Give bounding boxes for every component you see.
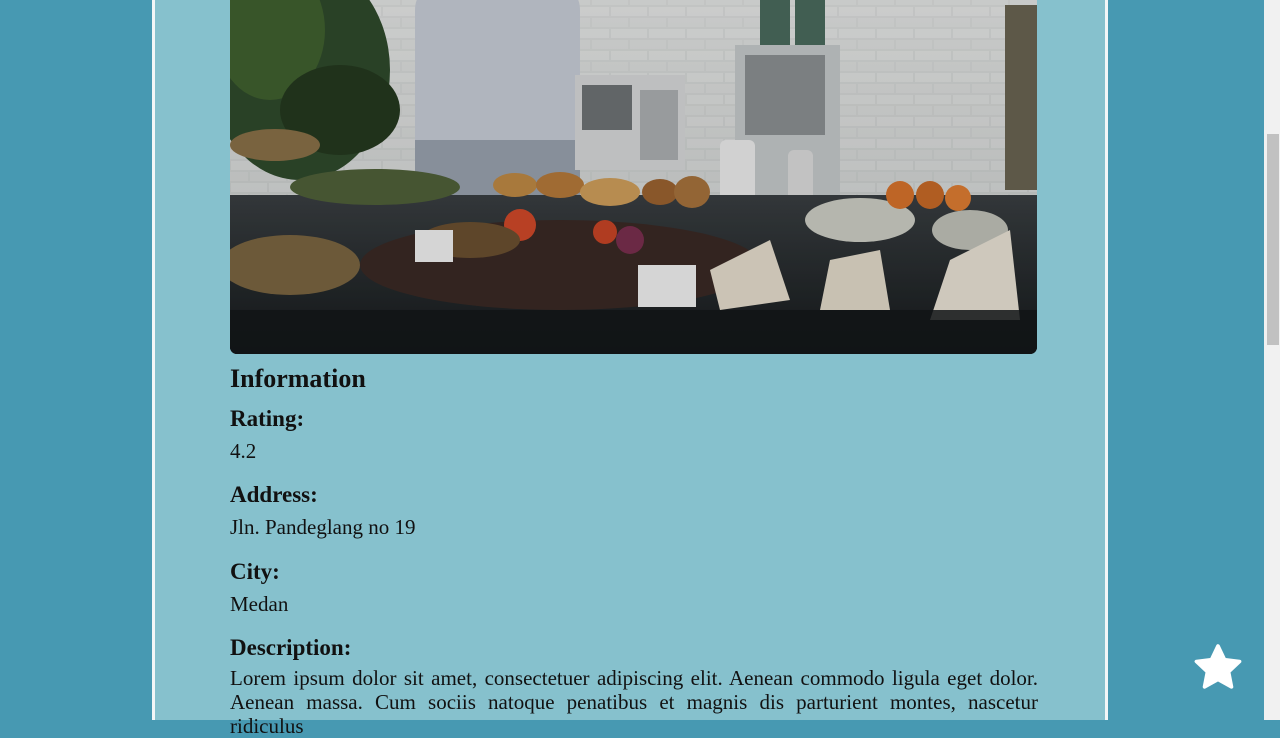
rating-label: Rating:	[230, 406, 305, 431]
description-value: Lorem ipsum dolor sit amet, consectetuer…	[230, 666, 1038, 738]
vertical-scrollbar[interactable]	[1264, 0, 1280, 720]
city-label: City:	[230, 559, 280, 584]
rating-value: 4.2	[230, 439, 257, 463]
information-heading: Information	[230, 364, 366, 393]
city-value: Medan	[230, 592, 289, 616]
scrollbar-thumb[interactable]	[1267, 134, 1279, 345]
favorite-button[interactable]	[1190, 641, 1246, 695]
star-icon	[1194, 644, 1242, 689]
restaurant-image	[230, 0, 1037, 354]
restaurant-detail-panel: Information Rating: 4.2 Address: Jln. Pa…	[152, 0, 1108, 738]
page: Information Rating: 4.2 Address: Jln. Pa…	[0, 0, 1264, 738]
address-label: Address:	[230, 482, 318, 507]
description-label: Description:	[230, 635, 352, 660]
address-value: Jln. Pandeglang no 19	[230, 515, 416, 539]
